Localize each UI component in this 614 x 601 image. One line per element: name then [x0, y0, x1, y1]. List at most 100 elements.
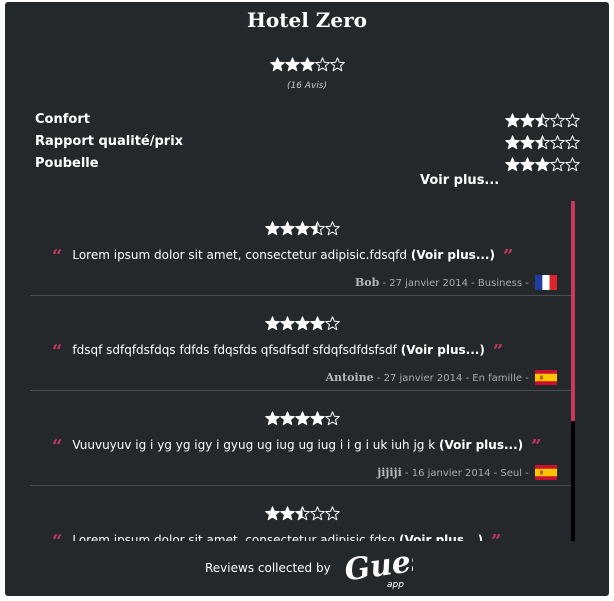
- review-body: fdsqf sdfqfdsfdqs fdfds fdqsfds qfsdfsdf…: [72, 343, 397, 357]
- spain-flag-icon: [535, 465, 557, 480]
- star-full-icon: [505, 113, 520, 128]
- review-more-link[interactable]: (Voir plus...): [401, 343, 485, 357]
- review-author: Antoine: [325, 371, 374, 384]
- open-quote-icon: “: [52, 436, 63, 457]
- review-author: Bob: [354, 276, 380, 289]
- review-stars: [265, 506, 340, 525]
- review-meta: jijiji - 16 janvier 2014 - Seul -: [377, 465, 557, 480]
- spain-flag-icon: [535, 370, 557, 385]
- star-empty-icon: [325, 221, 340, 236]
- star-empty-icon: [565, 157, 580, 172]
- star-empty-icon: [325, 316, 340, 331]
- review-text: “ fdsqf sdfqfdsfdqs fdfds fdqsfds qfsdfsd…: [52, 338, 575, 362]
- footer-text: Reviews collected by: [205, 561, 331, 575]
- reviews-list[interactable]: “ Lorem ipsum dolor sit amet, consectetur…: [30, 201, 575, 541]
- star-empty-icon: [565, 113, 580, 128]
- overall-stars: [269, 57, 345, 76]
- criterion-row: Confort: [35, 110, 580, 132]
- star-empty-icon: [550, 135, 565, 150]
- criterion-stars: [505, 113, 580, 132]
- review-body: Lorem ipsum dolor sit amet, consectetur …: [72, 248, 408, 262]
- star-empty-icon: [329, 57, 345, 72]
- review-text: “ Lorem ipsum dolor sit amet, consectetur…: [52, 528, 575, 541]
- review-meta: Bob - 27 janvier 2014 - Business -: [355, 275, 557, 290]
- review-body: Lorem ipsum dolor sit amet, consectetur …: [72, 533, 396, 541]
- overall-rating: [5, 57, 609, 76]
- star-half-icon: [295, 506, 310, 521]
- review-body: Vuuvuyuv ig i yg yg igy i gyug ug iug ug…: [72, 438, 436, 452]
- criterion-label: Poubelle: [35, 156, 99, 171]
- star-full-icon: [520, 135, 535, 150]
- star-empty-icon: [550, 113, 565, 128]
- star-empty-icon: [325, 411, 340, 426]
- review-more-link[interactable]: (Voir plus...): [411, 248, 495, 262]
- review-author: jijiji: [377, 466, 402, 479]
- open-quote-icon: “: [52, 246, 63, 267]
- star-half-icon: [535, 135, 550, 150]
- voir-plus-link[interactable]: Voir plus...: [420, 173, 499, 188]
- star-full-icon: [310, 411, 325, 426]
- review-details: - 27 janvier 2014 - En famille -: [373, 373, 532, 384]
- star-empty-icon: [314, 57, 330, 72]
- star-half-icon: [310, 221, 325, 236]
- star-full-icon: [535, 157, 550, 172]
- scrollbar-thumb[interactable]: [571, 201, 575, 421]
- criterion-label: Rapport qualité/prix: [35, 134, 184, 149]
- close-quote-icon: ”: [502, 246, 514, 267]
- open-quote-icon: “: [52, 531, 62, 541]
- hotel-name: Hotel Zero: [247, 8, 367, 32]
- review-stars: [265, 411, 340, 430]
- star-full-icon: [265, 221, 280, 236]
- review-meta: Antoine - 27 janvier 2014 - En famille -: [326, 370, 557, 385]
- star-full-icon: [280, 316, 295, 331]
- review-text: “ Vuuvuyuv ig i yg yg igy i gyug ug iug u…: [52, 433, 575, 457]
- review-more-link[interactable]: (Voir plus...): [399, 533, 483, 541]
- star-empty-icon: [325, 506, 340, 521]
- star-full-icon: [265, 506, 280, 521]
- criterion-row: Rapport qualité/prix: [35, 132, 580, 154]
- star-half-icon: [535, 113, 550, 128]
- criterion-stars: [505, 157, 580, 176]
- review-details: - 27 janvier 2014 - Business -: [379, 278, 532, 289]
- star-full-icon: [505, 135, 520, 150]
- review-widget: Hotel Zero (16 Avis) Confort Rapport qua…: [5, 2, 609, 596]
- review-item: “ fdsqf sdfqfdsfdqs fdfds fdqsfds qfsdfsd…: [30, 296, 575, 391]
- star-full-icon: [520, 113, 535, 128]
- star-full-icon: [269, 57, 285, 72]
- close-quote-icon: ”: [491, 531, 501, 541]
- criterion-label: Confort: [35, 112, 90, 127]
- star-full-icon: [265, 411, 280, 426]
- review-stars: [265, 221, 340, 240]
- guestapp-logo-icon[interactable]: Guest app: [341, 540, 443, 593]
- star-full-icon: [295, 221, 310, 236]
- review-text: “ Lorem ipsum dolor sit amet, consectetur…: [52, 243, 575, 267]
- review-item: “ Lorem ipsum dolor sit amet, consectetur…: [30, 201, 575, 296]
- star-empty-icon: [310, 506, 325, 521]
- star-full-icon: [299, 57, 315, 72]
- criterion-stars: [505, 135, 580, 154]
- review-item: “ Lorem ipsum dolor sit amet, consectetur…: [30, 486, 575, 541]
- close-quote-icon: ”: [492, 341, 504, 362]
- footer: Reviews collected by Guest app: [5, 540, 609, 597]
- star-full-icon: [295, 411, 310, 426]
- star-full-icon: [310, 316, 325, 331]
- star-empty-icon: [565, 135, 580, 150]
- close-quote-icon: ”: [531, 436, 542, 457]
- review-more-link[interactable]: (Voir plus...): [439, 438, 523, 452]
- logo-sub: app: [387, 580, 404, 590]
- open-quote-icon: “: [52, 341, 63, 362]
- star-full-icon: [284, 57, 300, 72]
- review-item: “ Vuuvuyuv ig i yg yg igy i gyug ug iug u…: [30, 391, 575, 486]
- star-full-icon: [505, 157, 520, 172]
- criteria-list: Confort Rapport qualité/prix Poubelle: [35, 110, 580, 176]
- review-stars: [265, 316, 340, 335]
- france-flag-icon: [535, 275, 557, 290]
- star-empty-icon: [550, 157, 565, 172]
- review-count: (16 Avis): [286, 81, 327, 91]
- review-details: - 16 janvier 2014 - Seul -: [401, 468, 532, 479]
- star-full-icon: [265, 316, 280, 331]
- star-full-icon: [520, 157, 535, 172]
- star-full-icon: [280, 221, 295, 236]
- star-full-icon: [280, 411, 295, 426]
- star-full-icon: [280, 506, 295, 521]
